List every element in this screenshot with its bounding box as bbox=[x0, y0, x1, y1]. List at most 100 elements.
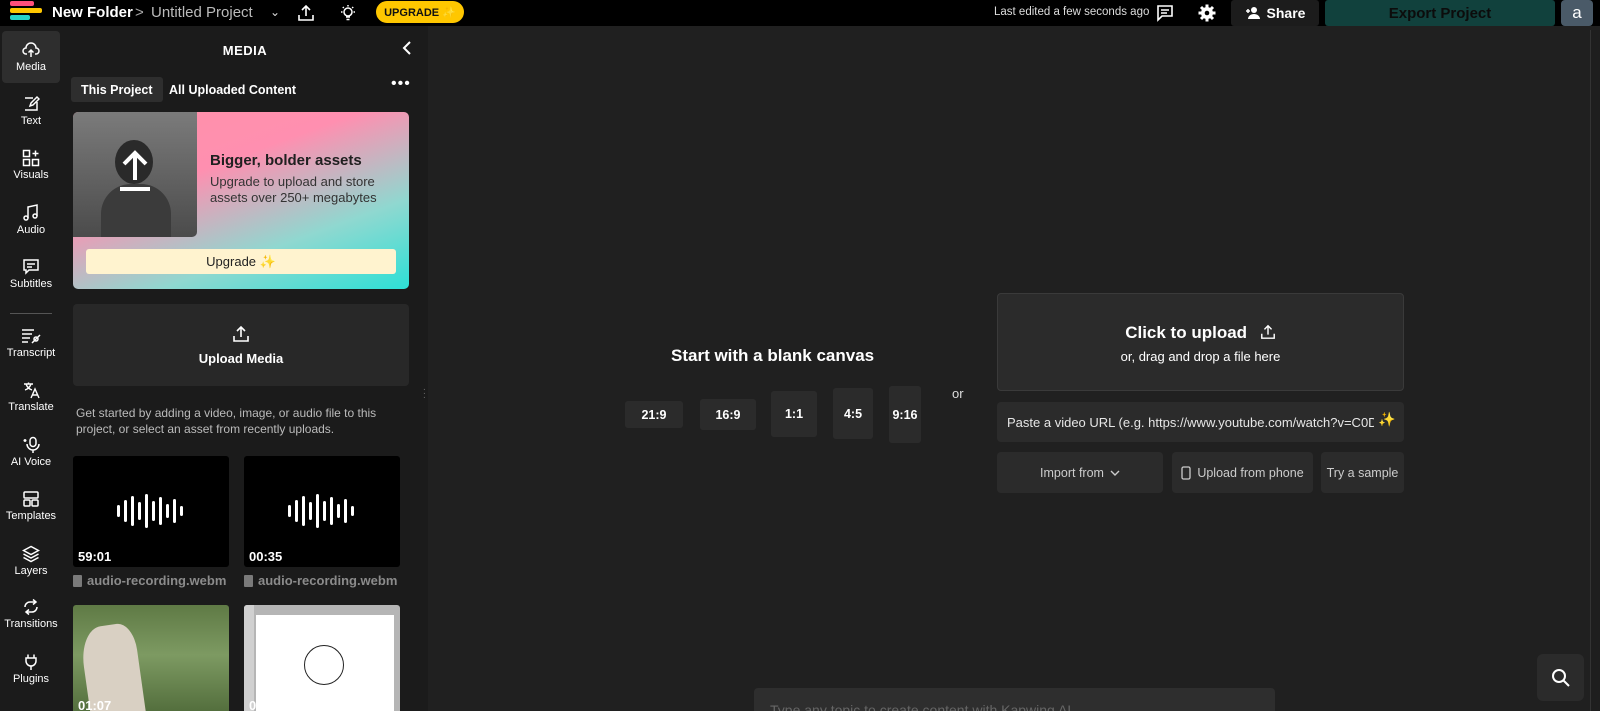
chevron-left-icon[interactable] bbox=[402, 40, 412, 61]
try-a-sample-button[interactable]: Try a sample bbox=[1321, 452, 1404, 493]
dropzone-title-label: Click to upload bbox=[1125, 323, 1248, 342]
rail-divider bbox=[10, 313, 52, 314]
user-avatar[interactable]: a bbox=[1561, 0, 1593, 26]
kapwing-logo-icon[interactable] bbox=[10, 1, 42, 23]
rail-item-transcript[interactable]: Transcript bbox=[2, 317, 60, 369]
upgrade-button[interactable]: UPGRADE ✨ bbox=[376, 1, 464, 23]
scrollbar[interactable] bbox=[1590, 30, 1600, 711]
ratio-9-16-button[interactable]: 9:16 bbox=[889, 386, 921, 443]
promo-upgrade-button[interactable]: Upgrade ✨ bbox=[86, 249, 396, 274]
add-person-icon bbox=[1245, 7, 1260, 19]
transitions-icon bbox=[24, 598, 38, 616]
rail-item-media[interactable]: Media bbox=[2, 31, 60, 83]
rail-item-templates[interactable]: Templates bbox=[2, 480, 60, 532]
upload-cloud-icon bbox=[22, 42, 40, 57]
settings-gear-icon[interactable] bbox=[1197, 3, 1217, 23]
subtitles-icon bbox=[23, 259, 39, 275]
file-icon bbox=[244, 574, 253, 587]
upload-icon bbox=[233, 325, 249, 342]
share-button[interactable]: Share bbox=[1231, 0, 1319, 26]
transcript-icon bbox=[22, 329, 41, 344]
empty-hint-text: Get started by adding a video, image, or… bbox=[76, 406, 377, 436]
publish-upload-icon[interactable] bbox=[296, 3, 316, 23]
asset-thumbnail-video[interactable]: 01:07 bbox=[73, 605, 229, 711]
shapes-icon bbox=[22, 149, 40, 167]
export-project-button[interactable]: Export Project bbox=[1325, 0, 1555, 26]
layers-icon bbox=[22, 545, 40, 563]
upload-media-button[interactable]: Upload Media bbox=[73, 304, 409, 386]
rail-label: Transcript bbox=[6, 347, 56, 359]
more-options-icon[interactable]: ••• bbox=[391, 75, 411, 93]
asset-duration: 01:05 bbox=[249, 698, 283, 711]
panel-resize-handle[interactable]: ... bbox=[423, 383, 426, 401]
rail-item-plugins[interactable]: Plugins bbox=[2, 643, 60, 695]
upload-dropzone[interactable]: Click to upload or, drag and drop a file… bbox=[997, 293, 1404, 391]
dropzone-subtitle: or, drag and drop a file here bbox=[1120, 349, 1281, 364]
plug-icon bbox=[25, 654, 37, 670]
promo-text: Upgrade to upload and store assets over … bbox=[210, 174, 377, 205]
rail-item-text[interactable]: Text bbox=[2, 85, 60, 137]
left-rail: Media Text Visuals Audio Subtitles Trans… bbox=[0, 26, 62, 711]
rail-item-visuals[interactable]: Visuals bbox=[2, 139, 60, 191]
upload-from-phone-label: Upload from phone bbox=[1197, 465, 1304, 480]
upload-media-label: Upload Media bbox=[198, 350, 284, 366]
rail-item-transitions[interactable]: Transitions bbox=[2, 588, 60, 640]
ratio-21-9-button[interactable]: 21:9 bbox=[625, 401, 683, 428]
or-separator: or bbox=[952, 386, 964, 401]
chevron-down-icon[interactable]: ⌄ bbox=[270, 5, 280, 19]
asset-filename: audio-recording.webm bbox=[73, 573, 226, 588]
dropzone-title: Click to upload bbox=[998, 323, 1403, 343]
microphone-icon bbox=[23, 436, 40, 453]
asset-filename: audio-recording.webm bbox=[244, 573, 397, 588]
upload-arrow-icon bbox=[120, 150, 150, 191]
ai-prompt-bar[interactable]: Type any topic to create content with Ka… bbox=[754, 688, 1275, 711]
ratio-4-5-button[interactable]: 4:5 bbox=[833, 388, 873, 439]
rail-item-ai-voice[interactable]: AI Voice bbox=[2, 426, 60, 478]
asset-thumbnail-audio[interactable]: 59:01 bbox=[73, 456, 229, 567]
top-bar: New Folder > Untitled Project ⌄ UPGRADE … bbox=[0, 0, 1600, 26]
rail-label: Media bbox=[16, 61, 46, 73]
asset-thumbnail-audio[interactable]: 00:35 bbox=[244, 456, 400, 567]
rail-label: Plugins bbox=[12, 673, 50, 685]
import-from-dropdown[interactable]: Import from bbox=[997, 452, 1163, 493]
search-icon bbox=[1551, 668, 1570, 687]
chevron-down-icon bbox=[1110, 470, 1120, 476]
asset-duration: 00:35 bbox=[249, 549, 283, 564]
sparkle-icon: ✨ bbox=[1378, 411, 1396, 427]
music-note-icon bbox=[23, 204, 38, 221]
rail-label: AI Voice bbox=[10, 456, 52, 468]
search-button[interactable] bbox=[1537, 654, 1584, 701]
last-edited-status: Last edited a few seconds ago bbox=[994, 6, 1150, 18]
ratio-1-1-button[interactable]: 1:1 bbox=[771, 391, 817, 437]
tab-all-uploaded-content[interactable]: All Uploaded Content bbox=[159, 77, 306, 102]
rail-item-subtitles[interactable]: Subtitles bbox=[2, 248, 60, 300]
translate-icon bbox=[24, 382, 40, 399]
rail-label: Subtitles bbox=[9, 278, 53, 290]
rail-label: Text bbox=[20, 115, 42, 127]
audio-waveform-icon bbox=[288, 494, 354, 528]
rail-label: Layers bbox=[14, 565, 48, 577]
ratio-16-9-button[interactable]: 16:9 bbox=[700, 399, 756, 430]
upload-icon bbox=[1260, 324, 1275, 339]
panel-title: MEDIA bbox=[222, 43, 268, 58]
ai-prompt-placeholder: Type any topic to create content with Ka… bbox=[770, 702, 1072, 711]
tab-this-project[interactable]: This Project bbox=[71, 77, 163, 102]
promo-title: Bigger, bolder assets bbox=[210, 152, 362, 169]
asset-filename-label: audio-recording.webm bbox=[87, 573, 227, 588]
lightbulb-icon[interactable] bbox=[338, 3, 358, 23]
templates-icon bbox=[23, 491, 39, 507]
upload-from-phone-button[interactable]: Upload from phone bbox=[1172, 452, 1313, 493]
asset-filename-label: audio-recording.webm bbox=[258, 573, 398, 588]
video-url-input[interactable] bbox=[997, 402, 1404, 442]
blank-canvas-title: Start with a blank canvas bbox=[671, 346, 875, 365]
asset-thumbnail-video[interactable]: 01:05 bbox=[244, 605, 400, 711]
comments-icon[interactable] bbox=[1155, 3, 1175, 23]
rail-item-audio[interactable]: Audio bbox=[2, 194, 60, 246]
breadcrumb-folder[interactable]: New Folder bbox=[52, 4, 133, 21]
phone-icon bbox=[1181, 465, 1191, 480]
rail-item-layers[interactable]: Layers bbox=[2, 535, 60, 587]
project-title[interactable]: Untitled Project bbox=[151, 4, 253, 21]
rail-item-translate[interactable]: Translate bbox=[2, 371, 60, 423]
import-from-label: Import from bbox=[1040, 465, 1104, 480]
breadcrumb-separator: > bbox=[135, 4, 144, 21]
